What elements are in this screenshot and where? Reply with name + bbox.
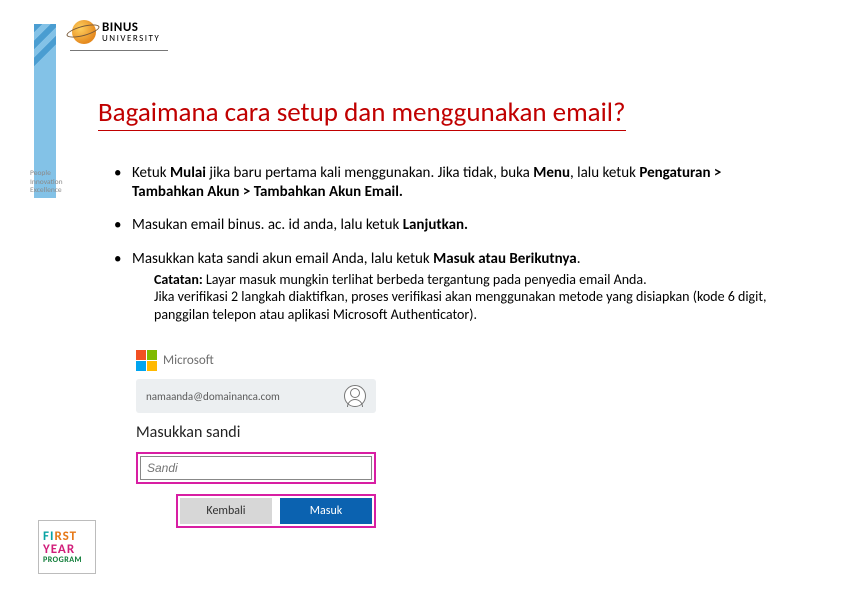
signin-button[interactable]: Masuk [280,498,372,524]
button-row-highlight: Kembali Masuk [176,494,376,528]
bold-masuk: Masuk atau Berikutnya [433,250,577,268]
account-pill: namaanda@domainanca.com [136,379,376,413]
back-button[interactable]: Kembali [180,498,272,524]
note-label: Catatan: [154,271,203,288]
content-body: Ketuk Mulai jika baru pertama kali mengg… [114,164,794,337]
bullet-1: Ketuk Mulai jika baru pertama kali mengg… [114,164,794,202]
avatar-icon [344,385,366,407]
password-prompt: Masukkan sandi [136,423,376,442]
microsoft-flag-icon [136,350,157,371]
ms-brand-text: Microsoft [163,353,214,368]
microsoft-signin-screenshot: Microsoft namaanda@domainanca.com Masukk… [136,350,376,528]
text: jika baru pertama kali menggunakan. Jika… [206,164,533,182]
text: . [577,250,581,268]
bullet-3: Masukkan kata sandi akun email Anda, lal… [114,250,794,324]
bold-menu: Menu [533,164,570,182]
text: , lalu ketuk [570,164,639,182]
text: Masukan email binus. ac. id anda, lalu k… [132,216,403,234]
text: Ketuk [132,164,170,182]
bold-lanjutkan: Lanjutkan. [403,216,468,234]
left-decorative-stripe: People Innovation Excellence [0,0,58,596]
password-field-highlight [136,452,376,484]
note-line-1: Layar masuk mungkin terlihat berbeda ter… [203,271,647,288]
brand-logo: BINUS UNIVERSITY [72,20,160,44]
password-input[interactable] [140,456,372,480]
text: Masukkan kata sandi akun email Anda, lal… [132,250,433,268]
stripe-caption: People Innovation Excellence [30,170,75,196]
ms-logo-row: Microsoft [136,350,376,371]
logo-divider [70,50,168,51]
note-block: Catatan: Layar masuk mungkin terlihat be… [154,271,794,324]
brand-subtitle: UNIVERSITY [102,33,160,44]
globe-icon [72,20,96,44]
first-year-program-badge: FIRST YEAR PROGRAM [38,520,96,574]
page-title: Bagaimana cara setup dan menggunakan ema… [98,96,626,131]
note-line-2: Jika verifikasi 2 langkah diaktifkan, pr… [154,288,767,323]
bold-mulai: Mulai [170,164,206,182]
badge-row-3: PROGRAM [43,556,91,564]
account-email: namaanda@domainanca.com [146,390,280,403]
bullet-2: Masukan email binus. ac. id anda, lalu k… [114,216,794,235]
